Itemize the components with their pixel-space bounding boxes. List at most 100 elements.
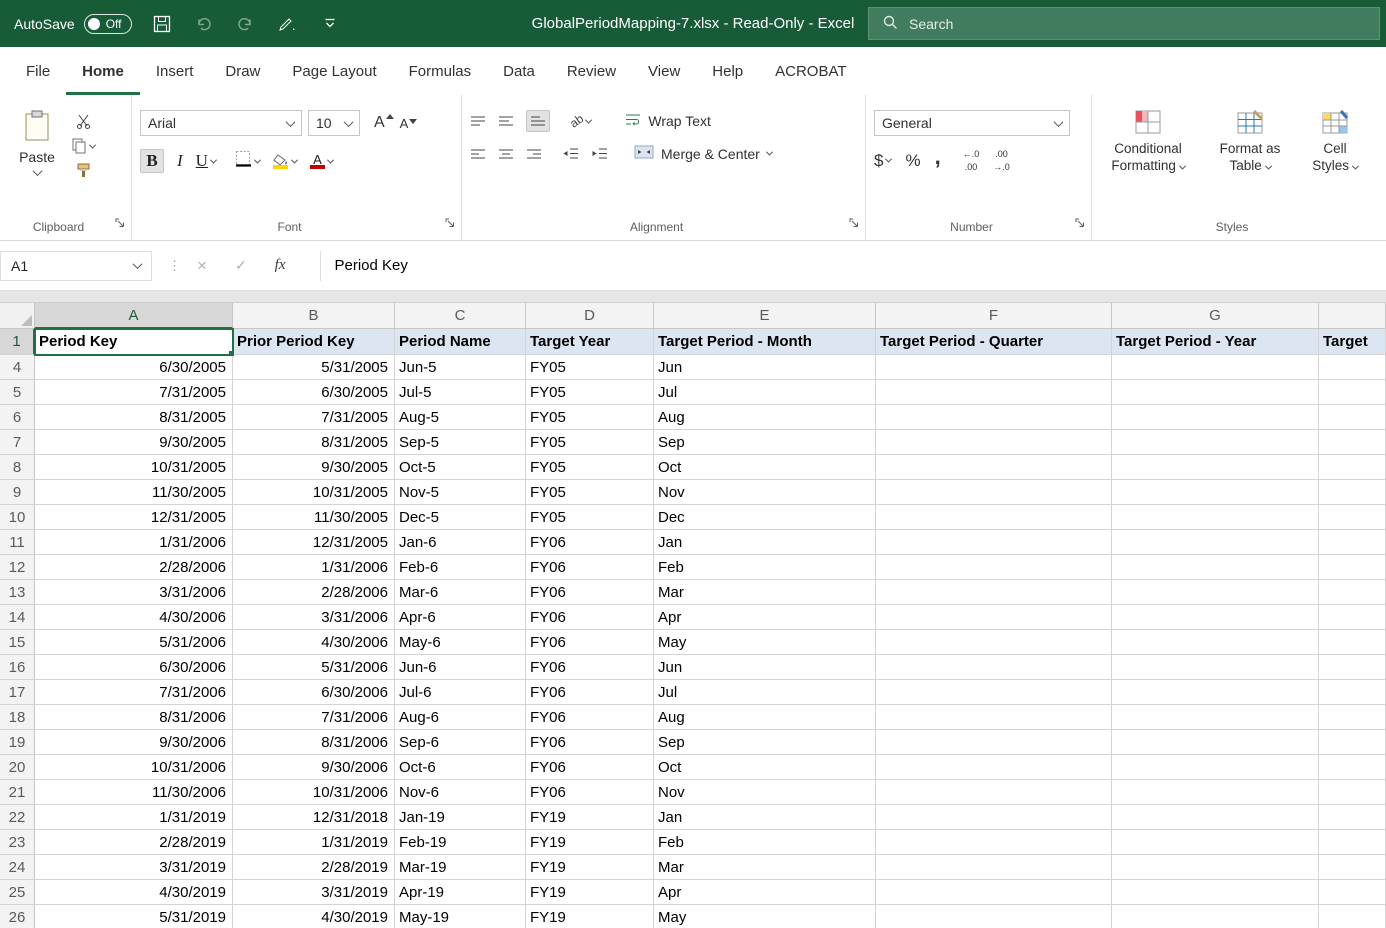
wrap-text-button[interactable]: Wrap Text [625, 113, 711, 129]
cell-F7[interactable] [876, 430, 1112, 455]
cell-E15[interactable]: May [654, 630, 876, 655]
cell-G10[interactable] [1112, 505, 1319, 530]
cell-C14[interactable]: Apr-6 [395, 605, 526, 630]
cell-B11[interactable]: 12/31/2005 [233, 530, 395, 555]
cell-G18[interactable] [1112, 705, 1319, 730]
cell-H24[interactable] [1319, 855, 1386, 880]
cell-E16[interactable]: Jun [654, 655, 876, 680]
column-header-A[interactable]: A [35, 303, 233, 329]
number-dialog-launcher-icon[interactable] [1075, 215, 1085, 233]
cell-E19[interactable]: Sep [654, 730, 876, 755]
cell-F14[interactable] [876, 605, 1112, 630]
cell-A12[interactable]: 2/28/2006 [35, 555, 233, 580]
align-bottom-icon[interactable] [526, 110, 550, 132]
cell-H16[interactable] [1319, 655, 1386, 680]
cell-D9[interactable]: FY05 [526, 480, 654, 505]
tab-home[interactable]: Home [66, 47, 140, 95]
cell-E14[interactable]: Apr [654, 605, 876, 630]
tab-acrobat[interactable]: ACROBAT [759, 47, 862, 95]
italic-button[interactable]: I [177, 151, 183, 171]
cell-B18[interactable]: 7/31/2006 [233, 705, 395, 730]
cell-B21[interactable]: 10/31/2006 [233, 780, 395, 805]
cell-C9[interactable]: Nov-5 [395, 480, 526, 505]
cell-B9[interactable]: 10/31/2005 [233, 480, 395, 505]
cell-G7[interactable] [1112, 430, 1319, 455]
cell-B22[interactable]: 12/31/2018 [233, 805, 395, 830]
cell-G6[interactable] [1112, 405, 1319, 430]
cell-A25[interactable]: 4/30/2019 [35, 880, 233, 905]
cell-D12[interactable]: FY06 [526, 555, 654, 580]
align-right-icon[interactable] [526, 148, 542, 160]
cell-F15[interactable] [876, 630, 1112, 655]
cell-H13[interactable] [1319, 580, 1386, 605]
cell-A9[interactable]: 11/30/2005 [35, 480, 233, 505]
cell-A19[interactable]: 9/30/2006 [35, 730, 233, 755]
cell-B23[interactable]: 1/31/2019 [233, 830, 395, 855]
cell-F16[interactable] [876, 655, 1112, 680]
cell-G21[interactable] [1112, 780, 1319, 805]
tab-view[interactable]: View [632, 47, 696, 95]
redo-icon[interactable] [234, 10, 258, 38]
cell-F17[interactable] [876, 680, 1112, 705]
format-as-table-button[interactable]: Format as Table [1210, 110, 1290, 175]
cell-D5[interactable]: FY05 [526, 380, 654, 405]
cell-F9[interactable] [876, 480, 1112, 505]
cell-C4[interactable]: Jun-5 [395, 355, 526, 380]
column-header-D[interactable]: D [526, 303, 654, 329]
cell-F19[interactable] [876, 730, 1112, 755]
cell-D15[interactable]: FY06 [526, 630, 654, 655]
cell-G23[interactable] [1112, 830, 1319, 855]
cell-D19[interactable]: FY06 [526, 730, 654, 755]
font-dialog-launcher-icon[interactable] [445, 215, 455, 233]
cell-E10[interactable]: Dec [654, 505, 876, 530]
column-header-H[interactable] [1319, 303, 1386, 329]
cell-H5[interactable] [1319, 380, 1386, 405]
column-header-G[interactable]: G [1112, 303, 1319, 329]
paste-button[interactable]: Paste [8, 110, 66, 176]
cell-styles-button[interactable]: Cell Styles [1304, 110, 1366, 175]
cell-A16[interactable]: 6/30/2006 [35, 655, 233, 680]
cell-E23[interactable]: Feb [654, 830, 876, 855]
alignment-dialog-launcher-icon[interactable] [849, 215, 859, 233]
cancel-icon[interactable]: × [197, 256, 207, 276]
cell-G16[interactable] [1112, 655, 1319, 680]
copy-icon[interactable] [72, 138, 95, 154]
row-header-11[interactable]: 11 [0, 530, 35, 555]
cell-C20[interactable]: Oct-6 [395, 755, 526, 780]
cell-A5[interactable]: 7/31/2005 [35, 380, 233, 405]
cell-H11[interactable] [1319, 530, 1386, 555]
cell-D22[interactable]: FY19 [526, 805, 654, 830]
cell-A8[interactable]: 10/31/2005 [35, 455, 233, 480]
cell-B7[interactable]: 8/31/2005 [233, 430, 395, 455]
cell-F23[interactable] [876, 830, 1112, 855]
align-left-icon[interactable] [470, 148, 486, 160]
orientation-button[interactable]: ab [570, 114, 591, 128]
cell-C18[interactable]: Aug-6 [395, 705, 526, 730]
row-header-7[interactable]: 7 [0, 430, 35, 455]
cell-G14[interactable] [1112, 605, 1319, 630]
cell-A20[interactable]: 10/31/2006 [35, 755, 233, 780]
cell-G26[interactable] [1112, 905, 1319, 928]
cell-H9[interactable] [1319, 480, 1386, 505]
tab-data[interactable]: Data [487, 47, 551, 95]
clipboard-dialog-launcher-icon[interactable] [115, 215, 125, 233]
row-header-10[interactable]: 10 [0, 505, 35, 530]
select-all-corner[interactable] [0, 303, 35, 329]
row-header-21[interactable]: 21 [0, 780, 35, 805]
cell-G24[interactable] [1112, 855, 1319, 880]
cell-H18[interactable] [1319, 705, 1386, 730]
cell-D17[interactable]: FY06 [526, 680, 654, 705]
cell-G11[interactable] [1112, 530, 1319, 555]
cell-G12[interactable] [1112, 555, 1319, 580]
cell-A23[interactable]: 2/28/2019 [35, 830, 233, 855]
cell-A26[interactable]: 5/31/2019 [35, 905, 233, 928]
cell-H10[interactable] [1319, 505, 1386, 530]
cell-G19[interactable] [1112, 730, 1319, 755]
align-center-icon[interactable] [498, 148, 514, 160]
conditional-formatting-button[interactable]: Conditional Formatting [1100, 110, 1196, 175]
cell-C1[interactable]: Period Name [395, 329, 526, 355]
font-color-button[interactable]: A [310, 153, 333, 169]
cell-A15[interactable]: 5/31/2006 [35, 630, 233, 655]
cell-G13[interactable] [1112, 580, 1319, 605]
cell-D11[interactable]: FY06 [526, 530, 654, 555]
